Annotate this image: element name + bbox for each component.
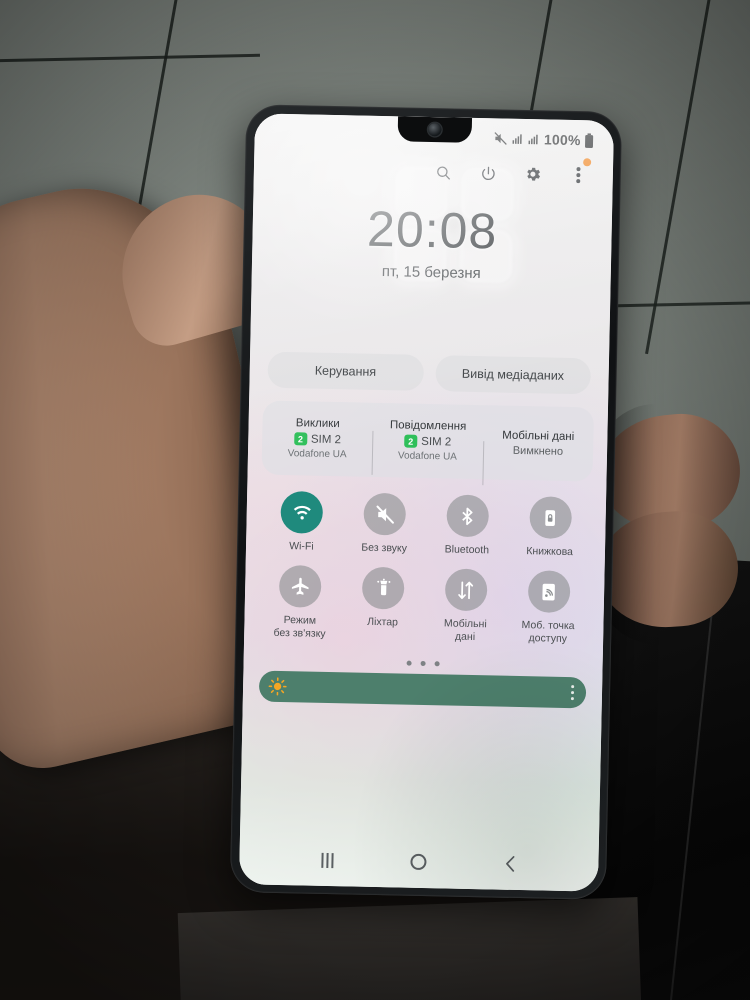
toggle-airplane-mode[interactable]: Режим без зв'язку [258,565,342,642]
page-dot[interactable] [420,661,426,667]
sim-name: SIM 2 [421,435,452,449]
bluetooth-icon [446,494,490,538]
sim-name: SIM 2 [310,433,342,446]
media-output-button[interactable]: Вивід медіаданих [434,355,592,395]
recents-icon[interactable] [307,845,348,876]
sim-status: Вимкнено [512,444,564,458]
toggle-label: Книжкова [526,545,574,559]
notification-dot [583,158,592,167]
toggle-mobile-data[interactable]: Мобільні дані [424,568,508,645]
back-icon[interactable] [490,848,531,879]
toggle-wifi[interactable]: Wi-Fi [260,490,344,555]
panel-header-actions [268,148,600,197]
toggle-label: Без звуку [361,541,408,555]
home-icon[interactable] [399,847,440,878]
quick-toggle-row: Режим без зв'язку Ліхтар Мобільні дані М… [258,565,591,647]
sim-section-title: Виклики [295,417,340,431]
clock-area: 20:08 пт, 15 березня [266,200,599,285]
panel-pill-buttons: Керування Вивід медіаданих [263,351,595,395]
sim-value: 2 SIM 2 [293,432,342,446]
battery-percent: 100% [543,131,581,149]
sim-section-title: Повідомлення [389,419,467,433]
calls-sim-selector[interactable]: Виклики 2 SIM 2 Vodafone UA [262,417,373,461]
more-vertical-icon[interactable] [567,164,589,186]
signal-bars-icon [512,133,524,145]
toggle-rotation-lock[interactable]: Книжкова [508,496,592,560]
clock-time: 20:08 [366,200,498,260]
search-icon[interactable] [432,161,454,183]
phone-screen: 100% 20:08 пт, 15 березня Керування Виві… [238,113,615,892]
gear-icon[interactable] [522,163,544,185]
toggle-mute[interactable]: Без звуку [343,492,427,556]
brightness-menu-icon[interactable] [570,685,575,701]
clock-date: пт, 15 березня [381,263,481,283]
page-indicator [258,658,589,670]
navigation-bar [253,836,585,891]
rotation-lock-icon [528,496,572,540]
brightness-area [257,670,589,709]
quick-toggle-grid: Wi-Fi Без звуку Bluetooth Книжкова Режим… [258,490,592,647]
toggle-label: Режим без зв'язку [273,614,326,641]
toggle-hotspot[interactable]: Моб. точка доступу [506,570,590,647]
mobile-data-sim-selector[interactable]: Мобільні дані Вимкнено [483,429,594,458]
flashlight-icon [361,566,405,610]
toggle-bluetooth[interactable]: Bluetooth [425,494,509,558]
messages-sim-selector[interactable]: Повідомлення 2 SIM 2 Vodafone UA [372,419,483,463]
hotspot-icon [527,570,571,614]
brightness-slider[interactable] [258,670,587,709]
battery-full-icon [584,132,594,148]
data-transfer-icon [444,568,488,612]
toggle-label: Моб. точка доступу [521,619,575,646]
sim-carrier: Vodafone UA [397,450,458,463]
toggle-label: Ліхтар [367,615,399,629]
toggle-flashlight[interactable]: Ліхтар [341,566,425,643]
page-dot[interactable] [406,661,412,667]
mute-icon [363,492,407,536]
page-dot[interactable] [434,661,440,667]
sim-section-title: Мобільні дані [502,429,575,443]
sim-card-panel: Виклики 2 SIM 2 Vodafone UA Повідомлення… [261,400,595,482]
sim-carrier: Vodafone UA [287,448,347,461]
device-control-button[interactable]: Керування [267,351,424,391]
brightness-sun-icon [268,677,287,696]
signal-bars-icon [528,133,540,145]
smartphone: 100% 20:08 пт, 15 березня Керування Виві… [229,104,623,900]
power-icon[interactable] [477,162,499,184]
mute-icon [494,131,508,145]
airplane-icon [279,565,323,608]
sim-badge: 2 [404,434,418,448]
sim-value: 2 SIM 2 [404,434,452,449]
wifi-icon [280,490,324,534]
toggle-label: Bluetooth [444,543,490,557]
toggle-label: Wi-Fi [289,540,314,553]
quick-toggle-row: Wi-Fi Без звуку Bluetooth Книжкова [260,490,592,560]
toggle-label: Мобільні дані [443,617,487,644]
quick-settings-panel: 100% 20:08 пт, 15 березня Керування Виві… [238,113,615,892]
sim-badge: 2 [293,432,308,446]
